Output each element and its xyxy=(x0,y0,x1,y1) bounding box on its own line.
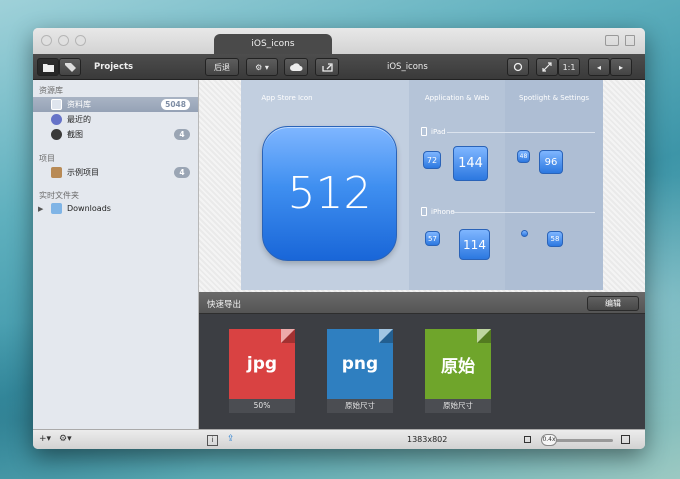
divider xyxy=(447,132,595,133)
sidebar-item-label: 资料库 xyxy=(67,100,91,109)
fit-button[interactable] xyxy=(536,58,558,76)
library-header: 资源库 xyxy=(39,86,63,95)
ipad-icon xyxy=(421,127,427,136)
zoom-out-icon[interactable] xyxy=(524,436,531,443)
add-button[interactable]: +▾ xyxy=(39,434,51,444)
app-icon: 72 xyxy=(423,151,441,169)
close-button[interactable] xyxy=(41,35,52,46)
page-fold xyxy=(379,329,393,343)
status-bar: +▾ ⚙▾ i ⇪ 1383x802 0.4x xyxy=(33,429,645,449)
folder-icon xyxy=(42,63,54,72)
box-icon xyxy=(51,167,62,178)
sidebar-item-label: 截图 xyxy=(67,130,83,139)
sidebar-item-label: 最近的 xyxy=(67,115,91,124)
sidebar-item-screenshots[interactable]: 截图 4 xyxy=(33,127,198,142)
sidebar-item-recent[interactable]: 最近的 xyxy=(33,112,198,127)
next-button[interactable]: ▸ xyxy=(610,58,632,76)
realtime-folders-header: 实时文件夹 xyxy=(39,191,79,200)
divider xyxy=(453,212,595,213)
app-icon: 57 xyxy=(425,231,440,246)
column-title: App Store Icon xyxy=(261,94,313,102)
app-icon: 114 xyxy=(459,229,490,260)
left-arrow-icon: ◂ xyxy=(596,62,601,72)
app-icon: 96 xyxy=(539,150,563,174)
fullscreen-icon[interactable] xyxy=(625,35,635,46)
tag-view-button[interactable] xyxy=(59,58,81,76)
library-icon xyxy=(51,99,62,110)
image-canvas[interactable]: App Store Icon Application & Web Spotlig… xyxy=(241,80,603,290)
export-caption: 原始尺寸 xyxy=(425,399,491,413)
disclosure-triangle-icon[interactable]: ▶ xyxy=(38,205,43,213)
export-caption: 原始尺寸 xyxy=(327,399,393,413)
share-button[interactable] xyxy=(315,58,339,76)
projects-header: 项目 xyxy=(39,154,55,163)
share-icon xyxy=(321,62,333,72)
sidebar: 资源库 资料库 5048 最近的 截图 4 项目 示例项目 4 实时文件夹 ▶ … xyxy=(33,80,199,429)
export-caption: 50% xyxy=(229,399,295,413)
export-jpg[interactable]: jpg 50% xyxy=(229,329,295,415)
ipad-label: iPad xyxy=(421,127,446,136)
count-badge: 4 xyxy=(174,167,190,178)
document-tab[interactable]: iOS_icons xyxy=(214,34,332,56)
camera-icon[interactable] xyxy=(605,35,619,46)
iphone-icon xyxy=(421,207,427,216)
quick-export-panel: 快速导出 编辑 jpg 50% png 原始尺寸 原始 原始尺寸 xyxy=(199,292,645,429)
preview-button[interactable] xyxy=(507,58,529,76)
zoom-button[interactable] xyxy=(75,35,86,46)
export-title: 快速导出 xyxy=(207,300,242,310)
count-badge: 4 xyxy=(174,129,190,140)
cloud-icon xyxy=(289,63,302,71)
action-menu-button[interactable]: ⚙▾ xyxy=(59,434,72,444)
image-dimensions: 1383x802 xyxy=(407,435,448,444)
camera-icon xyxy=(51,129,62,140)
application-column xyxy=(409,80,505,290)
right-arrow-icon: ▸ xyxy=(618,62,623,72)
export-icon[interactable]: ⇪ xyxy=(227,434,235,444)
window-controls xyxy=(41,35,86,46)
app-icon xyxy=(521,230,528,237)
resize-icon xyxy=(542,62,552,72)
sidebar-item-downloads[interactable]: ▶ Downloads xyxy=(33,201,198,216)
folder-icon xyxy=(51,203,62,214)
sidebar-item-label: Downloads xyxy=(67,204,111,213)
projects-label[interactable]: Projects xyxy=(94,62,133,72)
settings-menu-button[interactable]: ⚙ ▾ xyxy=(246,58,278,76)
app-window: iOS_icons Projects 后退 ⚙ ▾ iOS_icons 1:1 … xyxy=(33,28,645,449)
main-preview: App Store Icon Application & Web Spotlig… xyxy=(199,80,645,318)
sidebar-item-sample-project[interactable]: 示例项目 4 xyxy=(33,165,198,180)
title-bar: iOS_icons xyxy=(33,28,645,56)
zoom-slider-knob[interactable]: 0.4x xyxy=(541,434,557,446)
sidebar-item-library[interactable]: 资料库 5048 xyxy=(33,97,198,112)
page-fold xyxy=(477,329,491,343)
app-icon: 144 xyxy=(453,146,488,181)
sidebar-item-label: 示例项目 xyxy=(67,168,99,177)
app-store-icon: 512 xyxy=(262,126,397,261)
spotlight-column xyxy=(505,80,603,290)
count-badge: 5048 xyxy=(161,99,190,110)
eye-icon xyxy=(513,62,523,72)
zoom-in-icon[interactable] xyxy=(621,435,630,444)
column-title: Spotlight & Settings xyxy=(518,94,590,102)
clock-icon xyxy=(51,114,62,125)
previous-button[interactable]: ◂ xyxy=(588,58,610,76)
folder-view-button[interactable] xyxy=(37,58,59,76)
export-original[interactable]: 原始 原始尺寸 xyxy=(425,329,491,415)
iphone-label: iPhone xyxy=(421,207,455,216)
column-title: Application & Web xyxy=(424,94,490,102)
app-icon: 48 xyxy=(517,150,530,163)
tag-icon xyxy=(64,62,76,72)
export-header: 快速导出 编辑 xyxy=(199,292,645,314)
export-png[interactable]: png 原始尺寸 xyxy=(327,329,393,415)
app-icon: 58 xyxy=(547,231,563,247)
info-icon[interactable]: i xyxy=(207,435,218,446)
toolbar: Projects 后退 ⚙ ▾ iOS_icons 1:1 ◂ ▸ xyxy=(33,54,645,80)
gear-icon: ⚙ ▾ xyxy=(255,62,269,72)
edit-button[interactable]: 编辑 xyxy=(587,296,639,311)
actual-size-button[interactable]: 1:1 xyxy=(558,58,580,76)
cloud-button[interactable] xyxy=(284,58,308,76)
minimize-button[interactable] xyxy=(58,35,69,46)
back-button[interactable]: 后退 xyxy=(205,58,239,76)
page-fold xyxy=(281,329,295,343)
document-title: iOS_icons xyxy=(387,62,428,72)
